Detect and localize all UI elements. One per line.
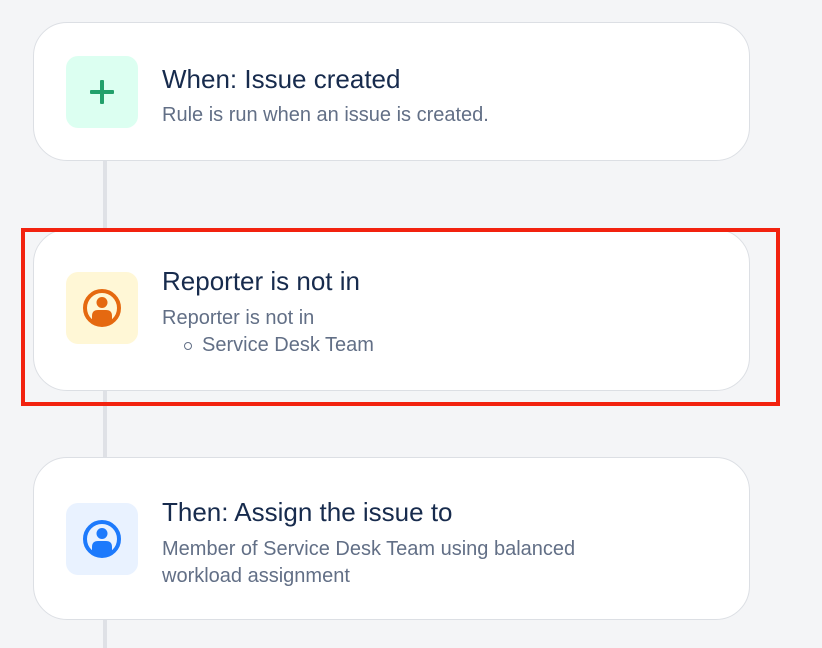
trigger-icon-box [66,56,138,128]
condition-title: Reporter is not in [162,266,360,296]
condition-icon-box [66,272,138,344]
action-icon-box [66,503,138,575]
condition-card[interactable]: Reporter is not in Reporter is not in Se… [33,229,750,391]
connector-line [103,618,107,648]
action-card[interactable]: Then: Assign the issue to Member of Serv… [33,457,750,620]
user-icon [83,289,121,327]
action-description: Member of Service Desk Team using balanc… [162,536,575,590]
trigger-card[interactable]: When: Issue created Rule is run when an … [33,22,750,161]
condition-value-item: Service Desk Team [162,332,374,359]
condition-description: Reporter is not in Service Desk Team [162,305,374,359]
condition-value-list: Service Desk Team [162,332,374,359]
trigger-title: When: Issue created [162,64,401,94]
connector-line [103,158,107,232]
action-description-line: Member of Service Desk Team using balanc… [162,538,576,560]
condition-description-text: Reporter is not in [162,307,315,329]
action-title: Then: Assign the issue to [162,497,453,527]
connector-line [103,388,107,460]
trigger-description: Rule is run when an issue is created. [162,104,489,126]
user-icon [83,520,121,558]
plus-icon [90,80,114,104]
action-description-line: workload assignment [162,565,350,587]
